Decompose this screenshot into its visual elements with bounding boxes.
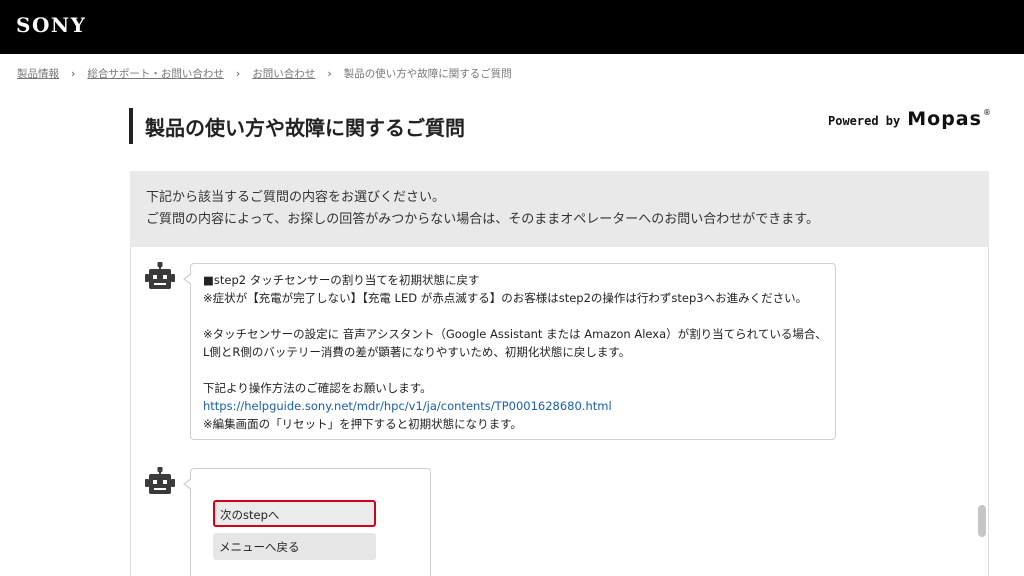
next-step-button[interactable]: 次のstepへ bbox=[213, 500, 376, 527]
chevron-right-icon: › bbox=[327, 66, 332, 80]
site-header: SONY bbox=[0, 0, 1024, 54]
message-text: ※タッチセンサーの設定に 音声アシスタント（Google Assistant ま… bbox=[203, 327, 827, 341]
breadcrumb: 製品情報 › 総合サポート・お問い合わせ › お問い合わせ › 製品の使い方や故… bbox=[17, 65, 512, 81]
chat-message-options: 次のstepへ メニューへ戻る bbox=[183, 468, 431, 576]
registered-mark: ® bbox=[982, 108, 991, 117]
breadcrumb-current: 製品の使い方や故障に関するご質問 bbox=[343, 67, 512, 80]
breadcrumb-link-products[interactable]: 製品情報 bbox=[17, 66, 59, 81]
powered-by-mopas: Powered by Mopas ® bbox=[828, 108, 991, 130]
sony-logo[interactable]: SONY bbox=[16, 13, 86, 37]
help-guide-link[interactable]: https://helpguide.sony.net/mdr/hpc/v1/ja… bbox=[203, 399, 612, 413]
page-title: 製品の使い方や故障に関するご質問 bbox=[145, 116, 465, 140]
chat-message-step2: ■step2 タッチセンサーの割り当てを初期状態に戻す ※症状が【充電が完了しな… bbox=[183, 263, 836, 440]
message-text: ※編集画面の「リセット」を押下すると初期状態になります。 bbox=[203, 417, 522, 431]
chevron-right-icon: › bbox=[235, 66, 241, 80]
chat-window: ■step2 タッチセンサーの割り当てを初期状態に戻す ※症状が【充電が完了しな… bbox=[130, 247, 989, 576]
robot-icon bbox=[145, 262, 175, 289]
chevron-right-icon: › bbox=[71, 66, 76, 80]
back-to-menu-button[interactable]: メニューへ戻る bbox=[213, 533, 376, 560]
mopas-logo: Mopas bbox=[907, 108, 982, 130]
robot-icon bbox=[145, 467, 175, 494]
breadcrumb-link-support[interactable]: 総合サポート・お問い合わせ bbox=[87, 66, 224, 81]
breadcrumb-link-contact[interactable]: お問い合わせ bbox=[252, 66, 315, 81]
powered-by-label: Powered by bbox=[828, 114, 901, 128]
chat-scrollbar-thumb[interactable] bbox=[978, 505, 986, 537]
message-text: ※症状が【充電が完了しない】【充電 LED が赤点滅する】のお客様はstep2の… bbox=[203, 291, 808, 305]
message-text: L側とR側のバッテリー消費の差が顕著になりやすいため、初期化状態に戻します。 bbox=[203, 345, 631, 359]
message-text: 下記より操作方法のご確認をお願いします。 bbox=[203, 381, 432, 395]
notice-line-2: ご質問の内容によって、お探しの回答がみつからない場合は、そのままオペレーターへの… bbox=[146, 212, 820, 227]
notice-line-1: 下記から該当するご質問の内容をお選びください。 bbox=[146, 190, 446, 205]
instruction-notice: 下記から該当するご質問の内容をお選びください。 ご質問の内容によって、お探しの回… bbox=[130, 171, 989, 247]
title-accent-bar bbox=[129, 108, 133, 144]
message-heading: ■step2 タッチセンサーの割り当てを初期状態に戻す bbox=[203, 273, 480, 287]
